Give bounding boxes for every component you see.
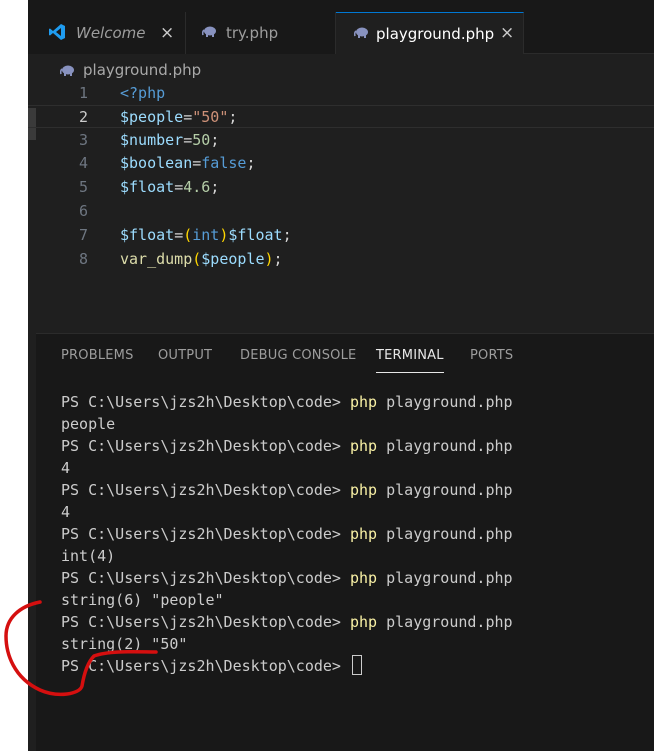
tab-terminal[interactable]: TERMINAL xyxy=(376,348,444,373)
line-number: 1 xyxy=(78,84,88,102)
terminal-command-line: PS C:\Users\jzs2h\Desktop\code> php play… xyxy=(61,481,513,499)
breadcrumb[interactable]: playground.php xyxy=(28,55,654,85)
tab-bar: Welcome × try.php playground.php × xyxy=(28,0,654,54)
red-annotation-scribble xyxy=(4,600,158,697)
code-line: 5 $float=4.6; xyxy=(28,176,654,199)
terminal-output-line: 4 xyxy=(61,503,71,521)
code-text: $people="50"; xyxy=(120,108,238,126)
line-number: 6 xyxy=(78,202,88,220)
code-text: $float=(int)$float; xyxy=(120,226,292,244)
tab-welcome[interactable]: Welcome × xyxy=(28,12,186,54)
tab-try-php-label: try.php xyxy=(226,24,279,42)
terminal-command-line: PS C:\Users\jzs2h\Desktop\code> php play… xyxy=(61,437,513,455)
code-line: 7 $float=(int)$float; xyxy=(28,224,654,247)
terminal-output-line: int(4) xyxy=(61,547,116,565)
terminal-output-line: people xyxy=(61,415,116,433)
line-number: 2 xyxy=(78,108,88,126)
terminal-output-line: 4 xyxy=(61,459,71,477)
breadcrumb-file[interactable]: playground.php xyxy=(83,61,201,79)
tab-playground-php-label: playground.php xyxy=(376,24,495,43)
php-elephant-icon xyxy=(60,65,74,76)
line-number: 5 xyxy=(78,178,88,196)
code-line: 3 $number=50; xyxy=(28,129,654,152)
tab-playground-php[interactable]: playground.php × xyxy=(336,12,524,54)
line-number: 4 xyxy=(78,154,88,172)
tab-debug-console[interactable]: DEBUG CONSOLE xyxy=(240,348,356,363)
close-icon[interactable]: × xyxy=(500,25,514,42)
code-text: var_dump($people); xyxy=(120,250,283,268)
terminal-command-line: PS C:\Users\jzs2h\Desktop\code> php play… xyxy=(61,525,513,543)
tab-welcome-label: Welcome xyxy=(76,24,146,42)
terminal-command-line: PS C:\Users\jzs2h\Desktop\code> php play… xyxy=(61,569,513,587)
code-text: $float=4.6; xyxy=(120,178,220,196)
code-text: $number=50; xyxy=(120,131,220,149)
terminal-command-line: PS C:\Users\jzs2h\Desktop\code> php play… xyxy=(61,393,513,411)
code-line: 4 $boolean=false; xyxy=(28,152,654,175)
tab-try-php[interactable]: try.php xyxy=(186,12,336,54)
tab-output[interactable]: OUTPUT xyxy=(158,348,212,363)
php-elephant-icon xyxy=(354,27,368,38)
vscode-logo-icon xyxy=(49,24,65,40)
panel-tabs: PROBLEMS OUTPUT DEBUG CONSOLE TERMINAL P… xyxy=(36,334,654,380)
tab-ports[interactable]: PORTS xyxy=(470,348,513,363)
php-elephant-icon xyxy=(202,26,216,37)
code-line: 8 var_dump($people); xyxy=(28,248,654,271)
code-editor[interactable]: 1 <?php 2 $people="50"; 3 $number=50; 4 … xyxy=(28,82,654,332)
terminal-cursor xyxy=(351,655,362,675)
line-number: 7 xyxy=(78,226,88,244)
tab-problems[interactable]: PROBLEMS xyxy=(61,348,134,363)
close-icon[interactable]: × xyxy=(160,24,174,42)
code-line: 1 <?php xyxy=(28,82,654,105)
line-number: 3 xyxy=(78,131,88,149)
code-line: 2 $people="50"; xyxy=(28,105,654,128)
line-number: 8 xyxy=(78,250,88,268)
code-line: 6 xyxy=(28,200,654,223)
code-text: <?php xyxy=(120,84,166,102)
code-text: $boolean=false; xyxy=(120,154,256,172)
